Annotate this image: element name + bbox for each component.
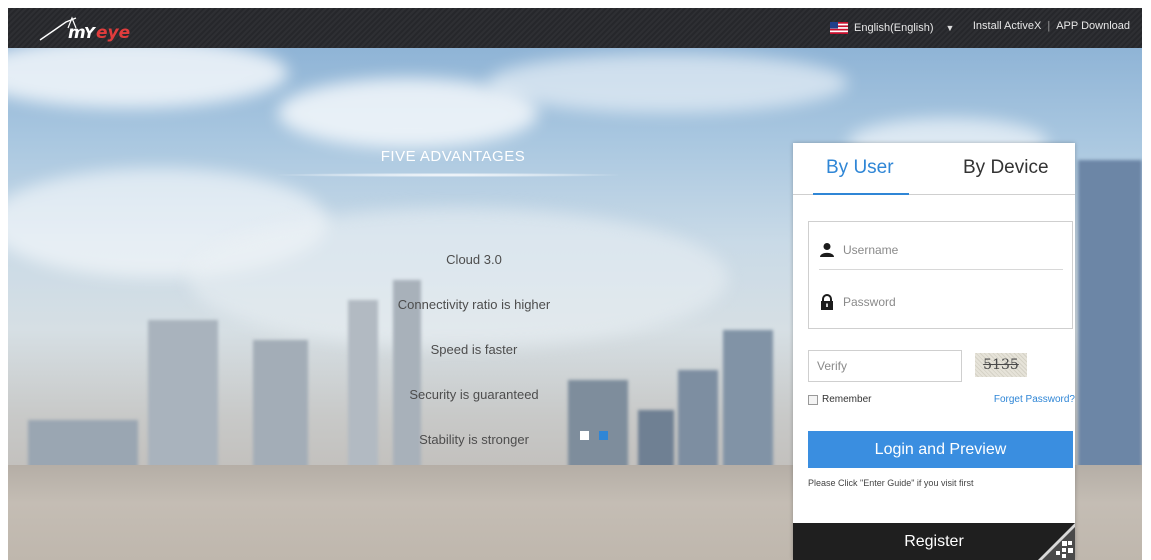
cloud-shape bbox=[8, 48, 288, 108]
checkbox-icon[interactable] bbox=[808, 394, 818, 405]
cloud-shape bbox=[488, 53, 848, 113]
us-flag-icon bbox=[830, 22, 848, 34]
credentials-box bbox=[808, 221, 1073, 329]
building-shape bbox=[1078, 160, 1142, 490]
caret-down-icon: ▼ bbox=[945, 23, 955, 33]
advantages-title: FIVE ADVANTAGES bbox=[380, 148, 526, 165]
advantage-item: Security is guaranteed bbox=[409, 387, 539, 402]
tab-by-user[interactable]: By User bbox=[826, 157, 894, 179]
user-icon bbox=[820, 242, 834, 257]
language-selector[interactable]: English(English) ▼ bbox=[830, 20, 954, 36]
carousel-dot-active[interactable] bbox=[599, 431, 608, 440]
remember-label: Remember bbox=[822, 394, 872, 405]
enter-guide-hint: Please Click "Enter Guide" if you visit … bbox=[808, 478, 974, 488]
register-button[interactable]: Register bbox=[793, 523, 1075, 560]
qr-code-icon[interactable] bbox=[1038, 523, 1075, 560]
svg-text:eye: eye bbox=[96, 23, 130, 43]
carousel-dot[interactable] bbox=[580, 431, 589, 440]
login-tabs: By User By Device bbox=[793, 143, 1075, 195]
verify-input[interactable] bbox=[808, 350, 962, 382]
username-row bbox=[819, 230, 1063, 270]
advantage-item: Stability is stronger bbox=[419, 432, 529, 447]
myeye-logo: m Y eye bbox=[39, 16, 130, 43]
advantage-item: Speed is faster bbox=[430, 342, 518, 357]
advantage-item: Cloud 3.0 bbox=[446, 252, 502, 267]
login-panel: By User By Device 5135 bbox=[793, 143, 1075, 560]
login-and-preview-button[interactable]: Login and Preview bbox=[808, 431, 1073, 468]
remember-checkbox[interactable]: Remember bbox=[808, 394, 871, 405]
app-download-link[interactable]: APP Download bbox=[1056, 20, 1130, 32]
advantage-item: Connectivity ratio is higher bbox=[397, 297, 551, 312]
forget-password-link[interactable]: Forget Password? bbox=[994, 394, 1075, 405]
password-input[interactable] bbox=[843, 295, 1043, 309]
title-glow-divider bbox=[278, 173, 618, 177]
cloud-shape bbox=[188, 208, 728, 348]
active-tab-indicator bbox=[813, 193, 909, 195]
install-activex-link[interactable]: Install ActiveX bbox=[973, 20, 1041, 32]
tab-by-device[interactable]: By Device bbox=[963, 157, 1049, 179]
password-row bbox=[819, 282, 1063, 322]
app-frame: m Y eye English(English) ▼ Install Activ… bbox=[8, 8, 1142, 560]
username-input[interactable] bbox=[843, 242, 1043, 257]
top-bar: m Y eye English(English) ▼ Install Activ… bbox=[8, 8, 1142, 48]
link-separator: | bbox=[1047, 20, 1051, 32]
language-label: English(English) bbox=[854, 22, 934, 34]
captcha-image[interactable]: 5135 bbox=[975, 353, 1027, 377]
top-links: Install ActiveX | APP Download bbox=[973, 20, 1130, 32]
lock-icon bbox=[821, 294, 833, 310]
